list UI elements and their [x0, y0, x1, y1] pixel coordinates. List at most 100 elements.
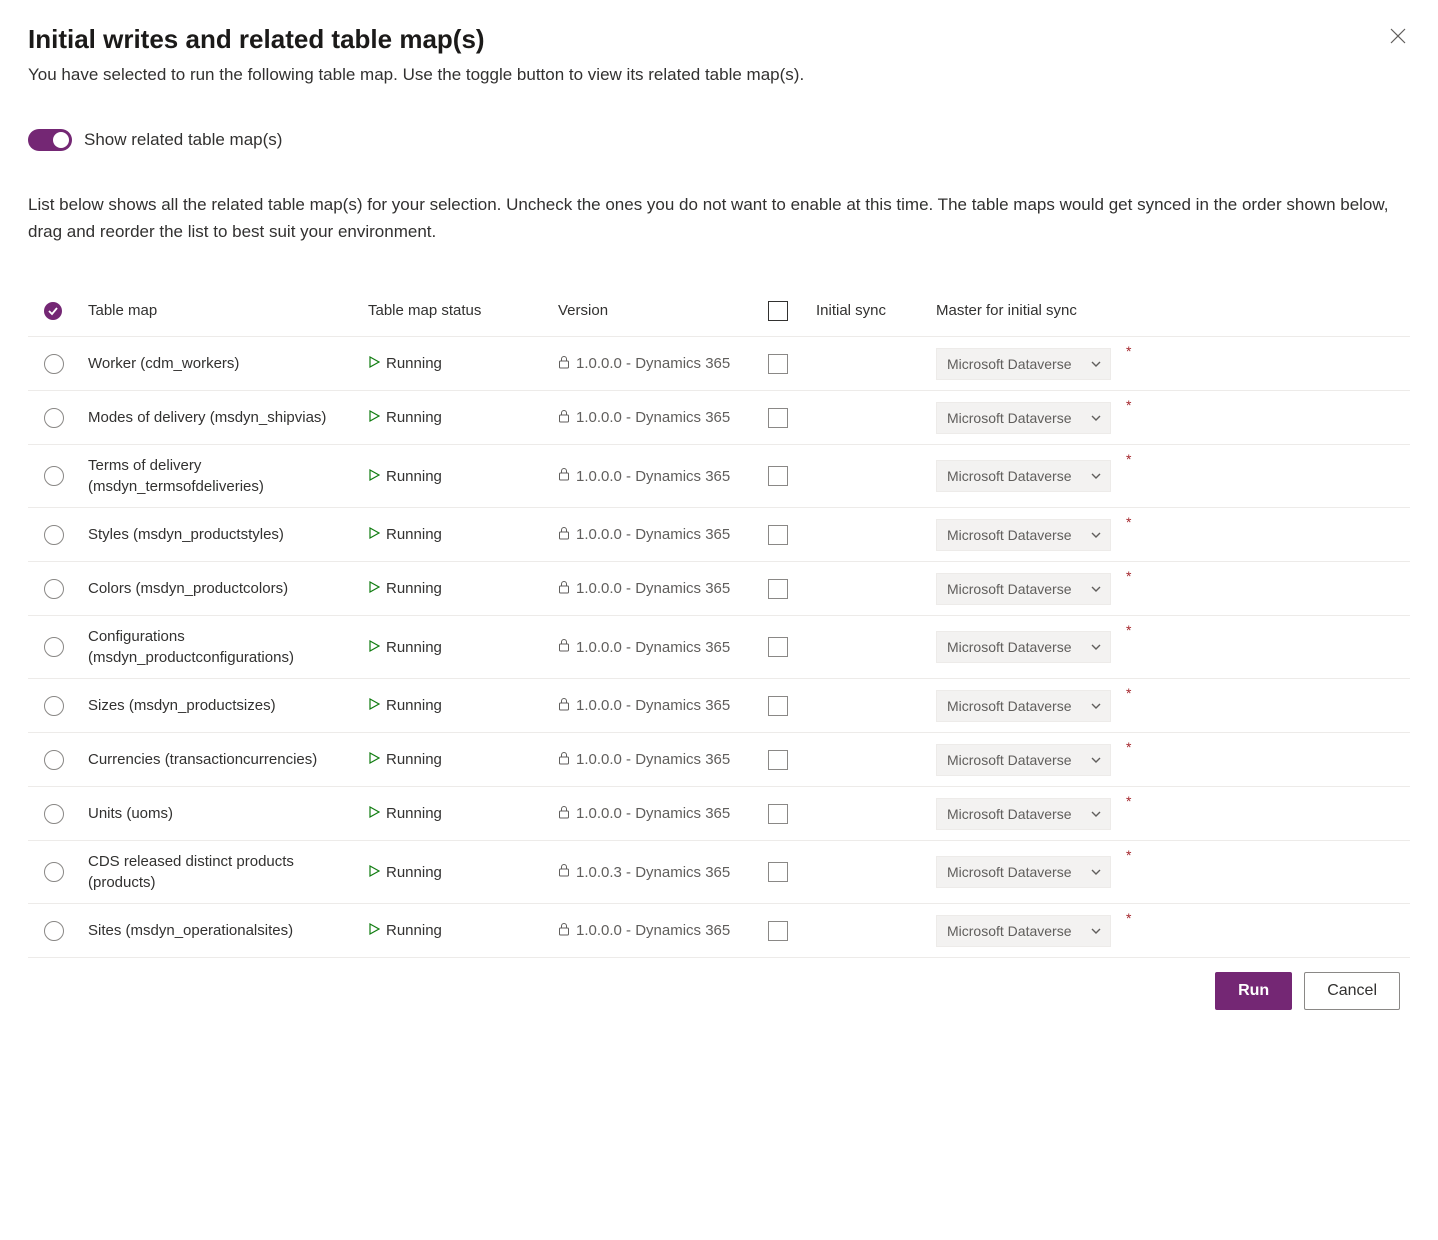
required-asterisk: *: [1126, 514, 1146, 530]
master-select[interactable]: Microsoft Dataverse: [936, 573, 1111, 605]
row-radio[interactable]: [44, 804, 64, 824]
chevron-down-icon: [1090, 412, 1102, 424]
table-row: Worker (cdm_workers) Running 1.0.0.0 - D…: [28, 337, 1410, 391]
master-select-value: Microsoft Dataverse: [947, 806, 1071, 822]
row-initial-sync-checkbox[interactable]: [768, 408, 788, 428]
table-row: Configurations (msdyn_productconfigurati…: [28, 616, 1410, 679]
row-initial-sync-checkbox[interactable]: [768, 804, 788, 824]
table-row: Styles (msdyn_productstyles) Running 1.0…: [28, 508, 1410, 562]
required-asterisk: *: [1126, 451, 1146, 467]
lock-icon: [558, 697, 570, 715]
running-icon: [368, 922, 380, 939]
required-asterisk: *: [1126, 847, 1146, 863]
row-initial-sync-checkbox[interactable]: [768, 750, 788, 770]
row-radio[interactable]: [44, 408, 64, 428]
close-icon: [1390, 28, 1406, 44]
row-version: 1.0.0.0 - Dynamics 365: [576, 580, 730, 597]
chevron-down-icon: [1090, 583, 1102, 595]
row-name: Configurations (msdyn_productconfigurati…: [88, 626, 368, 668]
col-header-master: Master for initial sync: [936, 302, 1126, 319]
initial-sync-header-checkbox[interactable]: [768, 301, 788, 321]
row-initial-sync-checkbox[interactable]: [768, 354, 788, 374]
row-status: Running: [386, 355, 442, 372]
col-header-name: Table map: [88, 302, 368, 319]
close-button[interactable]: [1386, 24, 1410, 51]
row-version: 1.0.0.0 - Dynamics 365: [576, 751, 730, 768]
master-select[interactable]: Microsoft Dataverse: [936, 519, 1111, 551]
row-status: Running: [386, 580, 442, 597]
row-version: 1.0.0.0 - Dynamics 365: [576, 468, 730, 485]
row-version: 1.0.0.0 - Dynamics 365: [576, 409, 730, 426]
row-name: Sizes (msdyn_productsizes): [88, 695, 368, 716]
running-icon: [368, 639, 380, 656]
row-radio[interactable]: [44, 750, 64, 770]
dialog-title: Initial writes and related table map(s): [28, 24, 485, 55]
row-initial-sync-checkbox[interactable]: [768, 862, 788, 882]
running-icon: [368, 468, 380, 485]
running-icon: [368, 409, 380, 426]
master-select[interactable]: Microsoft Dataverse: [936, 631, 1111, 663]
table-row: Colors (msdyn_productcolors) Running 1.0…: [28, 562, 1410, 616]
table-row: Sites (msdyn_operationalsites) Running 1…: [28, 904, 1410, 958]
table-row: Modes of delivery (msdyn_shipvias) Runni…: [28, 391, 1410, 445]
master-select-value: Microsoft Dataverse: [947, 468, 1071, 484]
required-asterisk: *: [1126, 685, 1146, 701]
master-select[interactable]: Microsoft Dataverse: [936, 402, 1111, 434]
lock-icon: [558, 467, 570, 485]
lock-icon: [558, 580, 570, 598]
running-icon: [368, 864, 380, 881]
row-radio[interactable]: [44, 637, 64, 657]
row-version: 1.0.0.0 - Dynamics 365: [576, 355, 730, 372]
master-select-value: Microsoft Dataverse: [947, 410, 1071, 426]
master-select-value: Microsoft Dataverse: [947, 864, 1071, 880]
master-select[interactable]: Microsoft Dataverse: [936, 348, 1111, 380]
master-select[interactable]: Microsoft Dataverse: [936, 744, 1111, 776]
row-initial-sync-checkbox[interactable]: [768, 579, 788, 599]
lock-icon: [558, 355, 570, 373]
master-select-value: Microsoft Dataverse: [947, 639, 1071, 655]
chevron-down-icon: [1090, 641, 1102, 653]
col-header-initial-sync: Initial sync: [816, 302, 936, 319]
row-initial-sync-checkbox[interactable]: [768, 637, 788, 657]
row-initial-sync-checkbox[interactable]: [768, 466, 788, 486]
row-name: CDS released distinct products (products…: [88, 851, 368, 893]
row-radio[interactable]: [44, 696, 64, 716]
master-select[interactable]: Microsoft Dataverse: [936, 460, 1111, 492]
running-icon: [368, 751, 380, 768]
required-asterisk: *: [1126, 568, 1146, 584]
master-select-value: Microsoft Dataverse: [947, 923, 1071, 939]
run-button[interactable]: Run: [1215, 972, 1292, 1010]
required-asterisk: *: [1126, 910, 1146, 926]
row-radio[interactable]: [44, 354, 64, 374]
row-radio[interactable]: [44, 579, 64, 599]
master-select[interactable]: Microsoft Dataverse: [936, 690, 1111, 722]
table-row: Currencies (transactioncurrencies) Runni…: [28, 733, 1410, 787]
lock-icon: [558, 751, 570, 769]
row-name: Colors (msdyn_productcolors): [88, 578, 368, 599]
show-related-toggle[interactable]: [28, 129, 72, 151]
lock-icon: [558, 863, 570, 881]
row-name: Currencies (transactioncurrencies): [88, 749, 368, 770]
row-status: Running: [386, 526, 442, 543]
row-initial-sync-checkbox[interactable]: [768, 525, 788, 545]
chevron-down-icon: [1090, 470, 1102, 482]
master-select[interactable]: Microsoft Dataverse: [936, 856, 1111, 888]
row-version: 1.0.0.0 - Dynamics 365: [576, 526, 730, 543]
master-select[interactable]: Microsoft Dataverse: [936, 798, 1111, 830]
master-select[interactable]: Microsoft Dataverse: [936, 915, 1111, 947]
check-all-icon[interactable]: [44, 302, 62, 320]
cancel-button[interactable]: Cancel: [1304, 972, 1400, 1010]
row-name: Modes of delivery (msdyn_shipvias): [88, 407, 368, 428]
row-initial-sync-checkbox[interactable]: [768, 921, 788, 941]
row-radio[interactable]: [44, 525, 64, 545]
row-radio[interactable]: [44, 921, 64, 941]
required-asterisk: *: [1126, 343, 1146, 359]
row-radio[interactable]: [44, 466, 64, 486]
running-icon: [368, 805, 380, 822]
lock-icon: [558, 638, 570, 656]
row-radio[interactable]: [44, 862, 64, 882]
chevron-down-icon: [1090, 925, 1102, 937]
row-status: Running: [386, 468, 442, 485]
lock-icon: [558, 526, 570, 544]
row-initial-sync-checkbox[interactable]: [768, 696, 788, 716]
